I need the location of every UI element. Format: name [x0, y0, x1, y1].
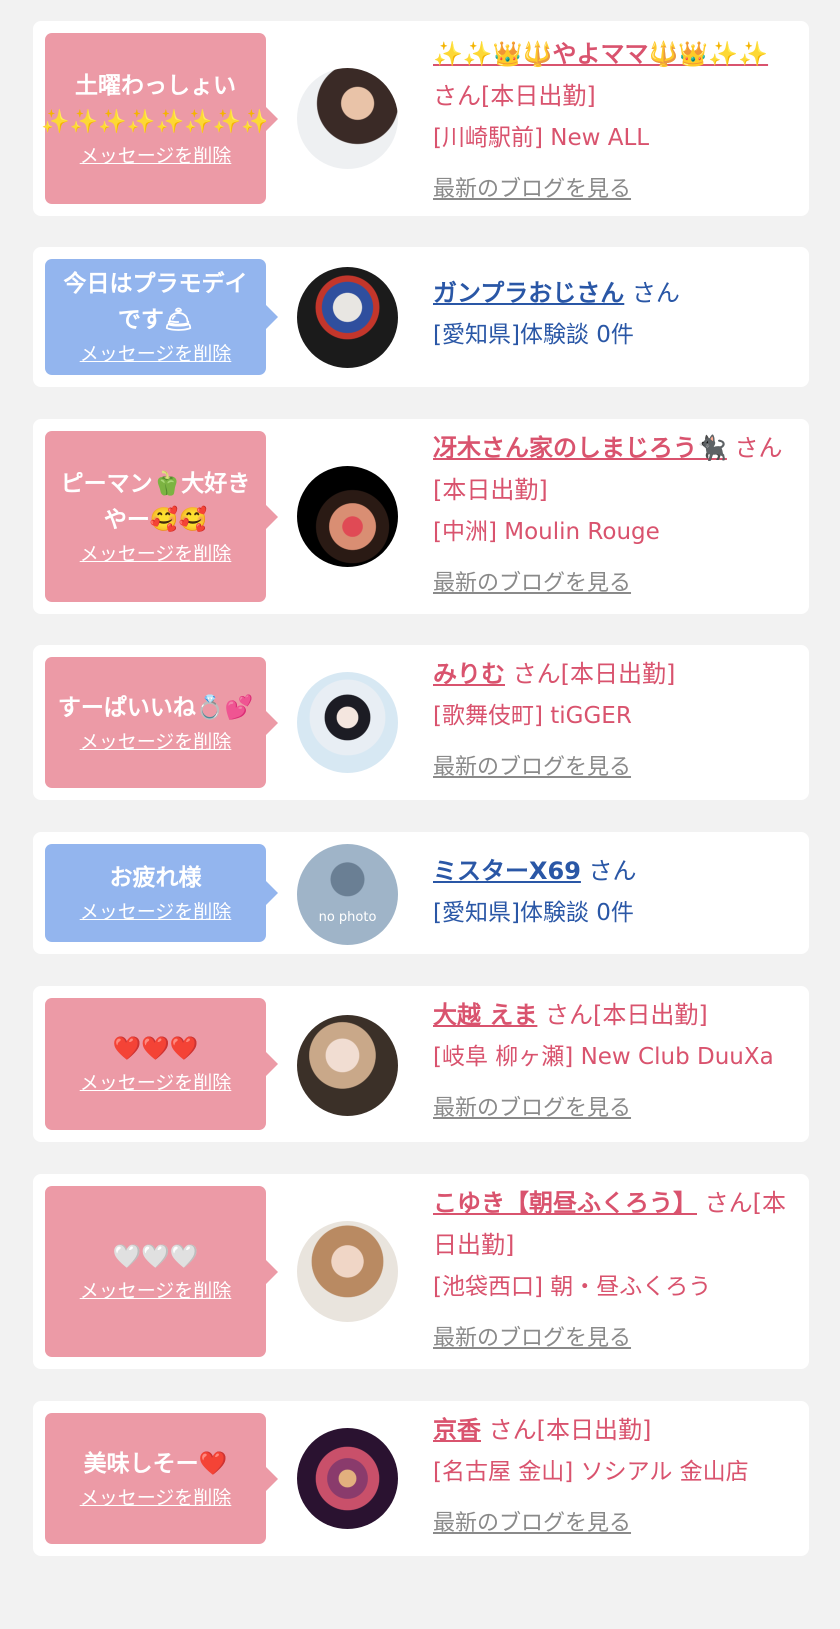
avatar[interactable]: no photo: [297, 844, 398, 945]
message-card: すーぱいいね💍💕 メッセージを削除 みりむ さん[本日出勤] [歌舞伎町] ti…: [33, 645, 809, 800]
suffix-label: さん[本日出勤]: [433, 82, 596, 110]
suffix-label: さん: [631, 279, 680, 307]
delete-message-link[interactable]: メッセージを削除: [80, 142, 232, 170]
shop-label: [池袋西口] 朝・昼ふくろう: [433, 1274, 712, 1300]
profile-info: 京香 さん[本日出勤] [名古屋 金山] ソシアル 金山店 最新のブログを見る: [433, 1409, 799, 1545]
message-text: 土曜わっしょい ✨✨✨✨✨✨✨✨: [40, 72, 271, 135]
profile-name-link[interactable]: 京香: [433, 1416, 481, 1444]
delete-message-link[interactable]: メッセージを削除: [80, 1484, 232, 1512]
message-text: 🤍🤍🤍: [112, 1243, 199, 1270]
message-bubble: お疲れ様 メッセージを削除: [45, 844, 278, 942]
avatar[interactable]: [297, 1015, 398, 1116]
latest-blog-link[interactable]: 最新のブログを見る: [433, 1503, 631, 1545]
profile-name-link[interactable]: みりむ: [433, 660, 505, 688]
latest-blog-link[interactable]: 最新のブログを見る: [433, 1318, 631, 1360]
message-bubble: 美味しそー❤️ メッセージを削除: [45, 1413, 278, 1544]
delete-message-link[interactable]: メッセージを削除: [80, 728, 232, 756]
message-card: 美味しそー❤️ メッセージを削除 京香 さん[本日出勤] [名古屋 金山] ソシ…: [33, 1401, 809, 1556]
shop-label: [岐阜 柳ヶ瀬] New Club DuuXa: [433, 1044, 774, 1070]
message-bubble: ピーマン🫑大好きやー🥰🥰 メッセージを削除: [45, 431, 278, 602]
profile-name-link[interactable]: ガンプラおじさん: [433, 279, 624, 307]
message-text: ピーマン🫑大好きやー🥰🥰: [60, 470, 251, 533]
profile-name-link[interactable]: 大越 えま: [433, 1001, 537, 1029]
avatar[interactable]: [297, 1221, 398, 1322]
profile-info: ガンプラおじさん さん [愛知県]体験談 0件: [433, 272, 799, 356]
avatar[interactable]: [297, 672, 398, 773]
suffix-label: さん[本日出勤]: [488, 1416, 652, 1444]
shop-label: [愛知県]体験談 0件: [433, 900, 634, 926]
message-card: 土曜わっしょい ✨✨✨✨✨✨✨✨ メッセージを削除 ✨✨👑🔱やよママ🔱👑✨✨ さ…: [33, 21, 809, 216]
delete-message-link[interactable]: メッセージを削除: [80, 1069, 232, 1097]
message-text: 美味しそー❤️: [83, 1450, 228, 1477]
message-bubble: 土曜わっしょい ✨✨✨✨✨✨✨✨ メッセージを削除: [41, 33, 278, 204]
message-bubble: 🤍🤍🤍 メッセージを削除: [45, 1186, 278, 1357]
latest-blog-link[interactable]: 最新のブログを見る: [433, 1088, 631, 1130]
profile-name-link[interactable]: こゆき【朝昼ふくろう】: [433, 1189, 697, 1217]
message-card: ピーマン🫑大好きやー🥰🥰 メッセージを削除 冴木さん家のしまじろう🐈‍⬛ さん[…: [33, 419, 809, 614]
delete-message-link[interactable]: メッセージを削除: [80, 540, 232, 568]
profile-info: 大越 えま さん[本日出勤] [岐阜 柳ヶ瀬] New Club DuuXa 最…: [433, 994, 799, 1130]
latest-blog-link[interactable]: 最新のブログを見る: [433, 563, 631, 605]
shop-label: [愛知県]体験談 0件: [433, 322, 634, 348]
message-card: お疲れ様 メッセージを削除 no photo ミスターX69 さん [愛知県]体…: [33, 832, 809, 954]
avatar[interactable]: [297, 1428, 398, 1529]
avatar[interactable]: [297, 466, 398, 567]
shop-label: [川崎駅前] New ALL: [433, 125, 650, 151]
profile-info: みりむ さん[本日出勤] [歌舞伎町] tiGGER 最新のブログを見る: [433, 653, 799, 789]
delete-message-link[interactable]: メッセージを削除: [80, 340, 232, 368]
message-list: 土曜わっしょい ✨✨✨✨✨✨✨✨ メッセージを削除 ✨✨👑🔱やよママ🔱👑✨✨ さ…: [0, 0, 840, 1629]
latest-blog-link[interactable]: 最新のブログを見る: [433, 169, 631, 211]
latest-blog-link[interactable]: 最新のブログを見る: [433, 747, 631, 789]
message-bubble: すーぱいいね💍💕 メッセージを削除: [45, 657, 278, 788]
message-bubble: 今日はプラモデイです🛎 メッセージを削除: [45, 259, 278, 375]
message-card: 🤍🤍🤍 メッセージを削除 こゆき【朝昼ふくろう】 さん[本日出勤] [池袋西口]…: [33, 1174, 809, 1369]
delete-message-link[interactable]: メッセージを削除: [80, 898, 232, 926]
message-card: ❤️❤️❤️ メッセージを削除 大越 えま さん[本日出勤] [岐阜 柳ヶ瀬] …: [33, 986, 809, 1142]
profile-info: ✨✨👑🔱やよママ🔱👑✨✨ さん[本日出勤] [川崎駅前] New ALL 最新の…: [433, 33, 799, 211]
profile-name-link[interactable]: ミスターX69: [433, 857, 581, 885]
message-text: ❤️❤️❤️: [112, 1036, 199, 1062]
shop-label: [名古屋 金山] ソシアル 金山店: [433, 1459, 749, 1485]
message-bubble: ❤️❤️❤️ メッセージを削除: [45, 998, 278, 1130]
profile-info: 冴木さん家のしまじろう🐈‍⬛ さん[本日出勤] [中洲] Moulin Roug…: [433, 427, 799, 605]
suffix-label: さん[本日出勤]: [545, 1001, 708, 1029]
profile-info: こゆき【朝昼ふくろう】 さん[本日出勤] [池袋西口] 朝・昼ふくろう 最新のブ…: [433, 1182, 799, 1360]
suffix-label: さん: [588, 857, 637, 885]
no-photo-label: no photo: [318, 910, 377, 925]
shop-label: [中洲] Moulin Rouge: [433, 519, 660, 545]
message-text: 今日はプラモデイです🛎: [63, 271, 248, 333]
suffix-label: さん[本日出勤]: [512, 660, 676, 688]
avatar[interactable]: [297, 68, 398, 169]
profile-name-link[interactable]: 冴木さん家のしまじろう🐈‍⬛: [433, 434, 727, 462]
message-text: すーぱいいね💍💕: [57, 694, 254, 721]
shop-label: [歌舞伎町] tiGGER: [433, 703, 632, 729]
message-card: 今日はプラモデイです🛎 メッセージを削除 ガンプラおじさん さん [愛知県]体験…: [33, 247, 809, 387]
profile-name-link[interactable]: ✨✨👑🔱やよママ🔱👑✨✨: [433, 40, 768, 68]
message-text: お疲れ様: [109, 865, 202, 891]
avatar[interactable]: [297, 267, 398, 368]
profile-info: ミスターX69 さん [愛知県]体験談 0件: [433, 850, 799, 934]
delete-message-link[interactable]: メッセージを削除: [80, 1277, 232, 1305]
